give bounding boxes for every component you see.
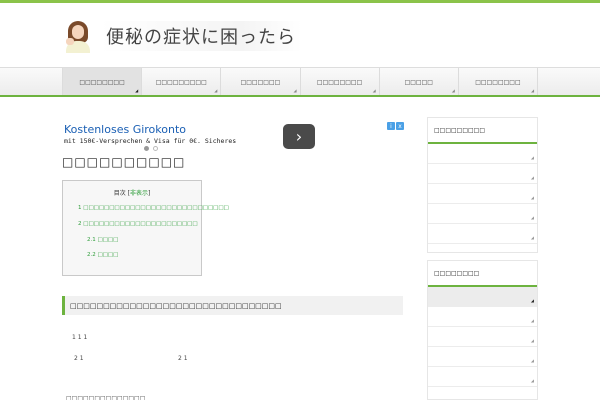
sidebar-widget-1: □□□□□□□□□ ◢ ◢ ◢ ◢ ◢	[427, 117, 538, 253]
sidebar-link[interactable]: ◢	[428, 347, 537, 367]
sidebar-link[interactable]: ◢	[428, 224, 537, 244]
nav-item-2[interactable]: □□□□□□□□□ ◢	[142, 68, 222, 96]
page-title: □□□□□□□□□□	[62, 155, 186, 169]
ad-text[interactable]: mit 150€-Versprechen & Visa für 0€. Sich…	[64, 137, 236, 145]
carousel-dot[interactable]	[144, 146, 149, 151]
corner-arrow-icon: ◢	[214, 88, 218, 93]
corner-arrow-icon: ◢	[530, 88, 535, 93]
sidebar-link[interactable]: ◢	[428, 164, 537, 184]
corner-arrow-icon: ◢	[530, 215, 534, 220]
corner-arrow-icon: ◢	[135, 88, 139, 93]
nav-item-1[interactable]: □□□□□□□□ ◢	[62, 68, 143, 96]
corner-arrow-icon: ◢	[530, 378, 534, 383]
body-text: 1 1 1	[72, 334, 88, 341]
corner-arrow-icon: ◢	[530, 175, 534, 180]
corner-arrow-icon: ◢	[372, 88, 376, 93]
toc-heading: 目次 [非表示]	[113, 190, 151, 197]
nav-item-6[interactable]: □□□□□□□□ ◢	[459, 68, 539, 96]
nav-item-label: □□□□□□□□□	[155, 78, 207, 86]
sidebar-link[interactable]: ◢	[428, 184, 537, 204]
ad-carousel-dots	[144, 146, 158, 151]
nav-item-label: □□□□□□□□	[79, 78, 125, 86]
corner-arrow-icon: ◢	[530, 155, 534, 160]
sidebar-link[interactable]: ◢	[428, 144, 537, 164]
nav-item-5[interactable]: □□□□□ ◢	[380, 68, 459, 96]
toc-item[interactable]: 2.2 □□□□	[87, 252, 118, 258]
ad-title[interactable]: Kostenloses Girokonto	[64, 123, 186, 136]
toc-heading-label: 目次	[113, 190, 126, 197]
toc-item[interactable]: 2 □□□□□□□□□□□□□□□□□□□□□□	[78, 221, 198, 227]
body-text: 2 1	[74, 355, 84, 362]
nav-item-label: □□□□□□□□	[316, 78, 363, 86]
corner-arrow-icon: ◢	[530, 298, 534, 303]
avatar-illustration	[62, 19, 94, 53]
ad-close-icon[interactable]: x	[396, 122, 404, 130]
corner-arrow-icon: ◢	[530, 318, 534, 323]
body-text: 2 1	[178, 355, 188, 362]
carousel-dot[interactable]	[153, 146, 158, 151]
toc-item[interactable]: 1 □□□□□□□□□□□□□□□□□□□□□□□□□□□□	[78, 205, 229, 211]
ad-info-icon[interactable]: i	[387, 122, 395, 130]
table-of-contents: 目次 [非表示] 1 □□□□□□□□□□□□□□□□□□□□□□□□□□□□ …	[62, 180, 229, 276]
corner-arrow-icon: ◢	[530, 338, 534, 343]
sidebar-link[interactable]: ◢	[428, 307, 537, 327]
toc-toggle-link[interactable]: 非表示	[130, 190, 148, 197]
nav-item-4[interactable]: □□□□□□□□ ◢	[301, 68, 380, 96]
sidebar-widget-title: □□□□□□□□□	[428, 118, 537, 144]
ad-banner[interactable]: Kostenloses Girokonto mit 150€-Versprech…	[62, 120, 404, 151]
corner-arrow-icon: ◢	[530, 235, 534, 240]
body-text: □□□□□□□□□□□□□□	[66, 395, 146, 400]
corner-arrow-icon: ◢	[530, 358, 534, 363]
site-header: 便秘の症状に困ったら	[0, 3, 600, 67]
sidebar-link[interactable]: ◢	[428, 327, 537, 347]
global-nav: □□□□□□□□ ◢ □□□□□□□□□ ◢ □□□□□□□ ◢ □□□□□□□□ ◢ …	[0, 67, 600, 96]
corner-arrow-icon: ◢	[293, 88, 297, 93]
ad-next-button[interactable]: ›	[283, 124, 315, 149]
ad-info: i x	[387, 122, 404, 130]
sidebar-link[interactable]: ◢	[428, 204, 537, 224]
site-title[interactable]: 便秘の症状に困ったら	[100, 21, 302, 51]
sidebar-link[interactable]: ◢	[428, 287, 537, 307]
nav-item-label: □□□□□□□	[240, 78, 281, 86]
section-heading: □□□□□□□□□□□□□□□□□□□□□□□□□□□□□□□□	[62, 296, 403, 315]
sidebar-widget-2: □□□□□□□□ ◢ ◢ ◢ ◢ ◢	[427, 260, 538, 400]
sidebar-widget-title: □□□□□□□□	[428, 261, 537, 287]
toc-item[interactable]: 2.1 □□□□	[87, 237, 118, 243]
site-logo[interactable]: 便秘の症状に困ったら	[62, 19, 302, 53]
corner-arrow-icon: ◢	[451, 88, 455, 93]
nav-item-label: □□□□□	[404, 78, 433, 86]
corner-arrow-icon: ◢	[530, 195, 534, 200]
nav-accent-line	[0, 95, 600, 97]
nav-item-3[interactable]: □□□□□□□ ◢	[221, 68, 301, 96]
nav-item-label: □□□□□□□□	[475, 78, 521, 86]
sidebar-link[interactable]: ◢	[428, 367, 537, 387]
